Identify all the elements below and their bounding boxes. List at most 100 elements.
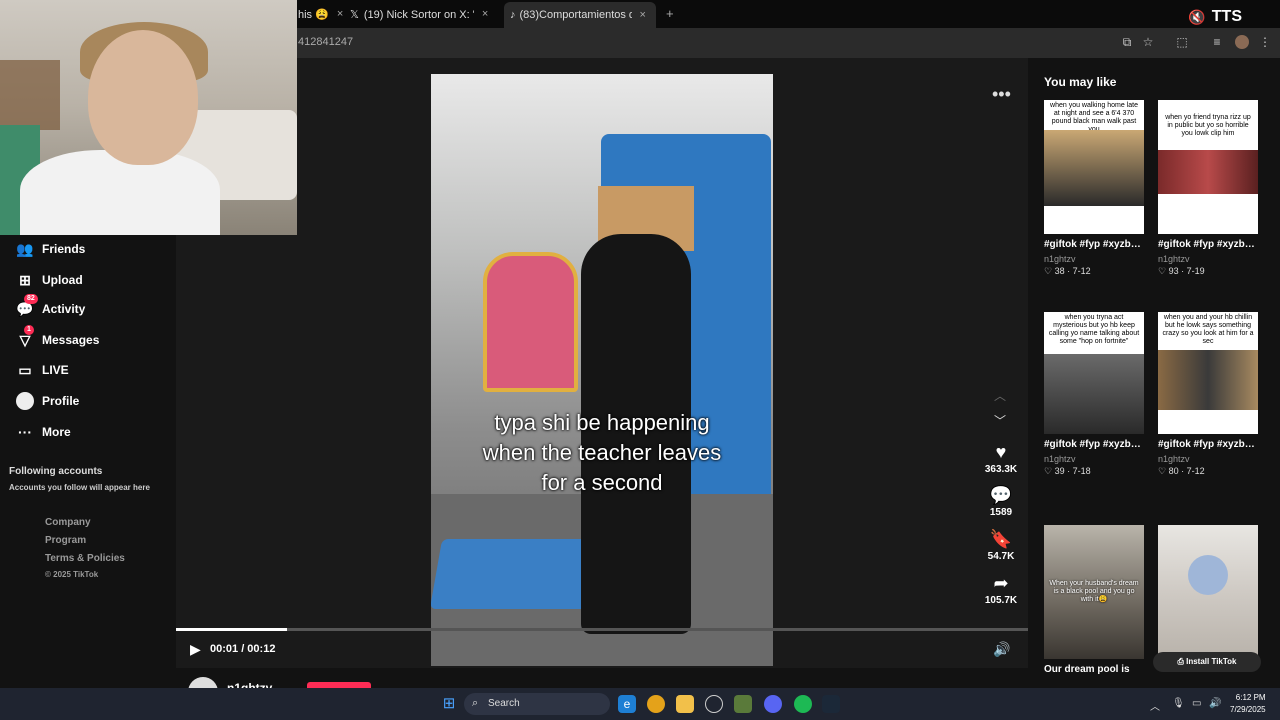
comment-count: 1589 [989, 507, 1013, 518]
taskbar-search[interactable]: Search [464, 693, 610, 715]
sidebar-item-friends[interactable]: 👥 Friends [16, 240, 85, 258]
recommendation-card[interactable]: when you tryna act mysterious but yo hb … [1044, 312, 1144, 477]
windows-start-icon[interactable]: ⊞ [440, 695, 458, 713]
like-button[interactable]: ♥ 363.3K [983, 442, 1019, 475]
sidebar-item-label: Messages [42, 333, 100, 347]
sidebar-item-label: More [42, 425, 71, 439]
card-thumbnail[interactable]: when you and your hb chillin but he lowk… [1158, 312, 1258, 434]
sidebar-item-more[interactable]: ··· More [16, 423, 71, 441]
notification-badge: 82 [24, 294, 38, 304]
author-row [176, 668, 1028, 688]
following-heading: Following accounts [9, 466, 103, 477]
file-explorer-icon[interactable] [676, 695, 694, 713]
recommendation-card[interactable]: when yo friend tryna rizz up in public b… [1158, 100, 1258, 277]
tray-expand-icon[interactable]: ︿ [1150, 698, 1160, 713]
url-field[interactable]: 412841247 [298, 36, 353, 48]
video-player[interactable]: typa shi be happening when the teacher l… [431, 74, 773, 666]
card-stats: ♡ 38 · 7-12 [1044, 266, 1091, 276]
app-icon[interactable] [705, 695, 723, 713]
card-likes: 80 [1168, 466, 1179, 476]
tab-close-icon[interactable]: × [640, 9, 646, 21]
heart-outline-icon: ♡ [1044, 466, 1055, 476]
thumbnail-text: When your husband's dream is a black poo… [1049, 580, 1139, 603]
microphone-icon[interactable]: 🎙 [1172, 698, 1185, 709]
sidebar-item-label: Friends [42, 242, 86, 256]
edge-browser-icon[interactable]: e [618, 695, 636, 713]
share-button[interactable]: ➦ 105.7K [983, 573, 1019, 606]
x-logo-icon: 𝕏 [350, 8, 359, 21]
card-thumbnail[interactable]: when yo friend tryna rizz up in public b… [1158, 100, 1258, 234]
recommendation-card[interactable] [1158, 525, 1258, 659]
browser-tab[interactable]: 𝕏 (19) Nick Sortor on X: " 🚨 BRE × [350, 4, 498, 24]
tab-close-icon[interactable]: × [337, 8, 343, 20]
sidebar-item-label: Profile [42, 394, 80, 408]
browser-tab-active[interactable]: ♪ (83)Comportamientos divertido × [504, 2, 656, 28]
video-time: 00:01 / 00:12 [210, 643, 276, 655]
card-title: #giftok #fyp #xyzbca #relatable... [1158, 239, 1258, 250]
save-button[interactable]: 🔖 54.7K [983, 529, 1019, 562]
spotify-icon[interactable] [794, 695, 812, 713]
more-icon: ··· [18, 424, 32, 440]
chrome-browser-icon[interactable] [647, 695, 665, 713]
media-control-icon[interactable]: ≡ [1210, 35, 1224, 49]
bookmark-star-icon[interactable]: ☆ [1141, 35, 1155, 49]
upload-icon: ⊞ [19, 272, 31, 288]
sidebar-item-live[interactable]: ▭ LIVE [16, 361, 69, 379]
card-date: 7-18 [1072, 466, 1091, 476]
comment-button[interactable]: 💬 1589 [983, 485, 1019, 518]
steam-icon[interactable] [822, 695, 840, 713]
sidebar-item-label: LIVE [42, 363, 69, 377]
card-likes: 93 [1168, 266, 1179, 276]
clock-date: 7/29/2025 [1230, 705, 1266, 714]
taskbar-clock[interactable]: 6:12 PM 7/29/2025 [1230, 692, 1266, 716]
following-subtext: Accounts you follow will appear here [9, 483, 150, 492]
discord-icon[interactable] [764, 695, 782, 713]
browser-profile-avatar[interactable] [1235, 35, 1249, 49]
footer-link[interactable]: Program [45, 535, 86, 546]
recommendation-card[interactable]: when you walking home late at night and … [1044, 100, 1144, 277]
previous-video-icon[interactable]: ︿ [994, 387, 1006, 404]
sidebar-item-profile[interactable]: Profile [16, 392, 79, 410]
new-tab-button[interactable]: + [666, 6, 674, 21]
card-thumbnail[interactable]: when you walking home late at night and … [1044, 100, 1144, 234]
sidebar-item-label: Upload [42, 273, 83, 287]
card-thumbnail[interactable]: When your husband's dream is a black poo… [1044, 525, 1144, 659]
sidebar-item-upload[interactable]: ⊞ Upload [16, 271, 83, 289]
recommendations-heading: You may like [1044, 75, 1117, 89]
app-icon[interactable] [734, 695, 752, 713]
thumbnail-text: when you and your hb chillin but he lowk… [1162, 314, 1254, 345]
video-progress-bar[interactable] [176, 628, 1028, 631]
footer-link[interactable]: Company [45, 517, 91, 528]
caption-line: when the teacher leaves [482, 440, 722, 465]
extensions-icon[interactable]: ⬚ [1175, 35, 1189, 49]
sidebar-item-messages[interactable]: ▽ 1 Messages [16, 325, 100, 349]
heart-outline-icon: ♡ [1158, 466, 1169, 476]
cast-icon[interactable]: ⧉ [1120, 35, 1134, 49]
save-count: 54.7K [987, 551, 1015, 562]
recommendation-card[interactable]: When your husband's dream is a black poo… [1044, 525, 1144, 677]
play-icon[interactable]: ▶ [190, 641, 201, 658]
footer-link[interactable]: Terms & Policies [45, 553, 125, 564]
tab-title: (83)Comportamientos divertido [519, 9, 632, 21]
more-options-icon[interactable]: ••• [992, 84, 1011, 105]
volume-tray-icon[interactable]: 🔊 [1209, 698, 1221, 709]
browser-tab[interactable]: his 😩 × [298, 4, 343, 24]
card-thumbnail[interactable]: when you tryna act mysterious but yo hb … [1044, 312, 1144, 434]
live-icon: ▭ [18, 362, 32, 378]
sidebar-item-activity[interactable]: 💬 82 Activity [16, 294, 85, 318]
recommendation-card[interactable]: when you and your hb chillin but he lowk… [1158, 312, 1258, 477]
card-thumbnail[interactable] [1158, 525, 1258, 659]
network-icon[interactable]: ▭ [1192, 698, 1201, 709]
search-icon: ⌕ [472, 697, 479, 709]
notification-badge: 1 [24, 325, 34, 335]
volume-icon[interactable]: 🔊 [993, 641, 1010, 658]
tab-title: his 😩 [298, 8, 329, 21]
install-tiktok-button[interactable]: ⎙ Install TikTok [1153, 652, 1261, 672]
browser-menu-icon[interactable]: ⋮ [1258, 35, 1272, 49]
comment-icon: 💬 [989, 485, 1013, 505]
next-video-icon[interactable]: ﹀ [994, 412, 1006, 429]
tab-close-icon[interactable]: × [482, 8, 488, 20]
card-author: n1ghtzv [1158, 454, 1190, 464]
card-date: 7-12 [1186, 466, 1205, 476]
card-likes: 39 [1054, 466, 1065, 476]
